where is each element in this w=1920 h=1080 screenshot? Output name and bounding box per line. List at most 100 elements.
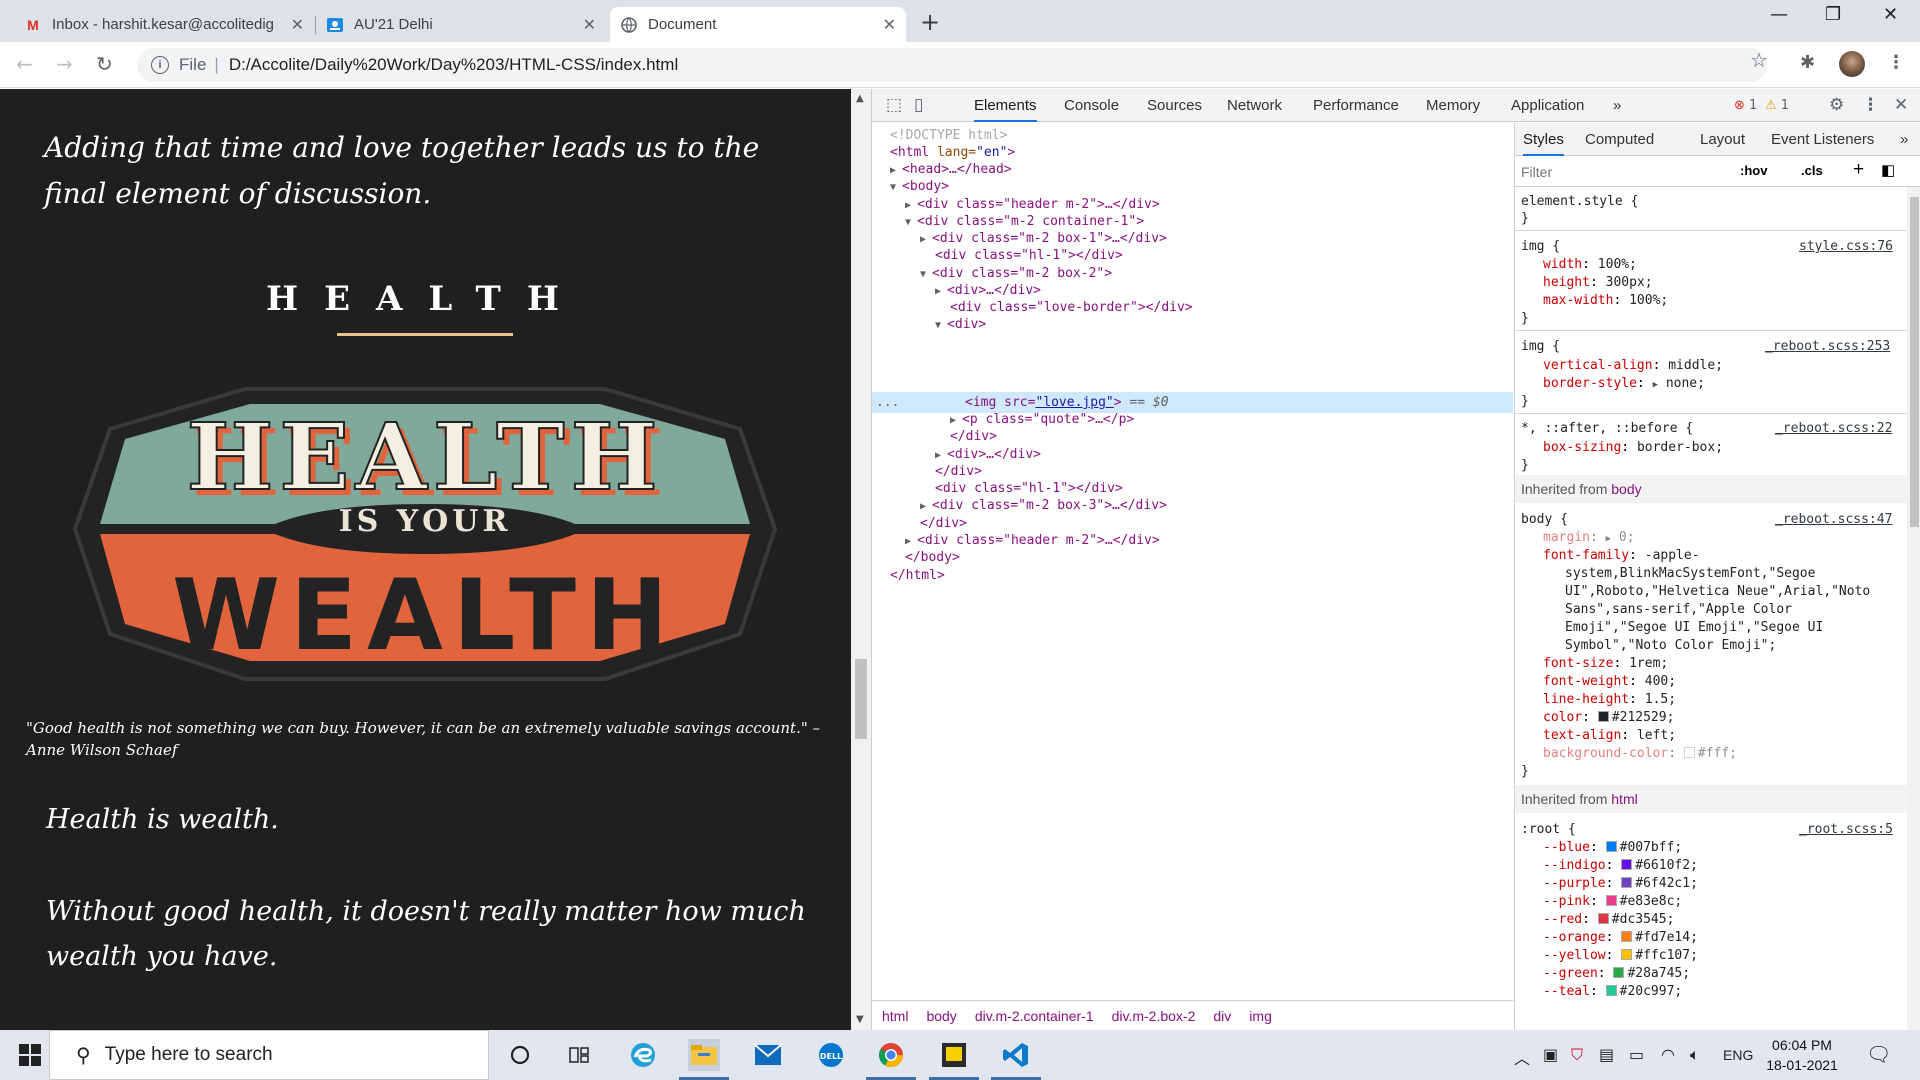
expand-triangle-icon[interactable]: ▶ bbox=[890, 165, 902, 176]
tab-computed[interactable]: Computed bbox=[1585, 123, 1654, 156]
page-scrollbar[interactable]: ▲ ▼ bbox=[851, 89, 871, 1030]
close-icon[interactable]: ✕ bbox=[291, 15, 304, 35]
inherited-tag-link[interactable]: html bbox=[1611, 791, 1637, 807]
back-icon[interactable]: ← bbox=[16, 52, 33, 76]
rule-source-link[interactable]: _reboot.scss:253 bbox=[1765, 338, 1890, 356]
expand-triangle-icon[interactable]: ▶ bbox=[935, 286, 947, 297]
css-declaration[interactable]: vertical-align: middle; bbox=[1543, 357, 1723, 375]
tab-console[interactable]: Console bbox=[1064, 89, 1119, 122]
css-variable-declaration[interactable]: --pink: #e83e8c; bbox=[1543, 893, 1682, 911]
edge-icon[interactable] bbox=[627, 1039, 659, 1071]
error-count-badge[interactable]: ⊗ 1 bbox=[1734, 98, 1757, 113]
css-variable-declaration[interactable]: --orange: #fd7e14; bbox=[1543, 929, 1698, 947]
mail-icon[interactable] bbox=[752, 1039, 784, 1071]
tab-inbox[interactable]: M Inbox - harshit.kesar@accolitedig ✕ bbox=[14, 7, 314, 42]
tab-au21-delhi[interactable]: AU'21 Delhi ✕ bbox=[316, 7, 606, 42]
close-icon[interactable]: ✕ bbox=[583, 15, 596, 35]
reload-icon[interactable]: ↻ bbox=[96, 52, 113, 76]
usb-icon[interactable]: ▣ bbox=[1543, 1045, 1558, 1064]
expand-triangle-icon[interactable]: ▶ bbox=[935, 450, 947, 461]
profile-avatar[interactable] bbox=[1839, 51, 1865, 77]
rule-source-link[interactable]: _reboot.scss:22 bbox=[1775, 420, 1892, 438]
new-rule-button[interactable]: + bbox=[1853, 159, 1864, 181]
tab-styles[interactable]: Styles bbox=[1523, 123, 1564, 156]
css-declaration[interactable]: text-align: left; bbox=[1543, 727, 1676, 745]
rule-selector[interactable]: img { bbox=[1521, 238, 1560, 256]
color-swatch[interactable] bbox=[1597, 913, 1609, 924]
expand-triangle-icon[interactable]: ▶ bbox=[905, 536, 917, 547]
chrome-icon[interactable] bbox=[866, 1039, 916, 1080]
color-swatch[interactable] bbox=[1605, 841, 1617, 852]
color-swatch[interactable] bbox=[1613, 967, 1625, 978]
scroll-down-icon[interactable]: ▼ bbox=[856, 1014, 864, 1025]
expand-triangle-icon[interactable]: ▶ bbox=[920, 501, 932, 512]
hover-state-toggle[interactable]: :hov bbox=[1740, 163, 1767, 178]
color-swatch[interactable] bbox=[1621, 949, 1633, 960]
css-declaration[interactable]: width: 100%; bbox=[1543, 256, 1637, 274]
show-hidden-icons-chevron[interactable]: ︿ bbox=[1514, 1045, 1530, 1069]
element-style-selector[interactable]: element.style { bbox=[1521, 193, 1638, 211]
system-clock[interactable]: 06:04 PM 18-01-2021 bbox=[1757, 1035, 1847, 1075]
bookmark-star-icon[interactable]: ☆ bbox=[1750, 48, 1768, 72]
rule-selector[interactable]: *, ::after, ::before { bbox=[1521, 420, 1693, 438]
styles-filter-input[interactable] bbox=[1521, 162, 1731, 182]
new-tab-button[interactable]: + bbox=[920, 8, 940, 36]
device-toolbar-icon[interactable]: ▯ bbox=[914, 95, 923, 115]
selected-node-dots[interactable]: ... bbox=[876, 392, 899, 413]
css-declaration[interactable]: color: #212529; bbox=[1543, 709, 1674, 727]
toggle-sidebar-icon[interactable]: ◧ bbox=[1881, 161, 1895, 179]
rule-selector[interactable]: img { bbox=[1521, 338, 1560, 356]
breadcrumb-box[interactable]: div.m-2.box-2 bbox=[1112, 1008, 1196, 1024]
maximize-button[interactable]: ❐ bbox=[1825, 4, 1841, 25]
wifi-icon[interactable]: ◠ bbox=[1661, 1045, 1675, 1064]
breadcrumb-div[interactable]: div bbox=[1213, 1008, 1231, 1024]
file-explorer-icon[interactable] bbox=[679, 1039, 729, 1080]
css-variable-declaration[interactable]: --yellow: #ffc107; bbox=[1543, 947, 1698, 965]
css-declaration[interactable]: font-family: -apple- bbox=[1543, 547, 1700, 565]
dom-node[interactable]: ▼ <div> bbox=[935, 314, 986, 335]
extensions-icon[interactable]: ✱ bbox=[1800, 52, 1815, 73]
styles-scrollbar[interactable] bbox=[1907, 187, 1920, 1030]
breadcrumb-container[interactable]: div.m-2.container-1 bbox=[975, 1008, 1094, 1024]
close-window-button[interactable]: ✕ bbox=[1883, 4, 1898, 25]
breadcrumb-html[interactable]: html bbox=[882, 1008, 908, 1024]
color-swatch[interactable] bbox=[1683, 747, 1695, 758]
display-icon[interactable]: ▤ bbox=[1599, 1045, 1614, 1064]
tab-document[interactable]: Document ✕ bbox=[610, 7, 906, 42]
minimize-button[interactable]: — bbox=[1770, 4, 1788, 25]
breadcrumb-img[interactable]: img bbox=[1249, 1008, 1272, 1024]
expand-triangle-icon[interactable]: ▶ bbox=[950, 415, 962, 426]
cortana-icon[interactable] bbox=[504, 1039, 536, 1071]
collapse-triangle-icon[interactable]: ▼ bbox=[920, 269, 932, 280]
rule-source-link[interactable]: style.css:76 bbox=[1799, 238, 1893, 256]
color-swatch[interactable] bbox=[1597, 711, 1609, 722]
css-variable-declaration[interactable]: --purple: #6f42c1; bbox=[1543, 875, 1698, 893]
sticky-notes-icon[interactable] bbox=[929, 1039, 979, 1080]
tab-performance[interactable]: Performance bbox=[1313, 89, 1399, 122]
color-swatch[interactable] bbox=[1621, 877, 1633, 888]
expand-triangle-icon[interactable]: ▶ bbox=[1606, 534, 1611, 544]
scroll-up-icon[interactable]: ▲ bbox=[856, 93, 864, 104]
rule-source-link[interactable]: _reboot.scss:47 bbox=[1775, 511, 1892, 529]
notifications-icon[interactable]: 🗨︎ bbox=[1866, 1042, 1891, 1066]
battery-icon[interactable]: ▭ bbox=[1629, 1045, 1644, 1064]
collapse-triangle-icon[interactable]: ▼ bbox=[890, 182, 902, 193]
expand-triangle-icon[interactable]: ▶ bbox=[905, 200, 917, 211]
css-variable-declaration[interactable]: --blue: #007bff; bbox=[1543, 839, 1682, 857]
rule-selector[interactable]: :root { bbox=[1521, 821, 1576, 839]
windows-start-icon[interactable] bbox=[14, 1039, 46, 1071]
collapse-triangle-icon[interactable]: ▼ bbox=[935, 320, 947, 331]
tab-elements[interactable]: Elements bbox=[974, 89, 1037, 122]
color-swatch[interactable] bbox=[1621, 931, 1633, 942]
css-variable-declaration[interactable]: --green: #28a745; bbox=[1543, 965, 1690, 983]
css-declaration[interactable]: height: 300px; bbox=[1543, 274, 1653, 292]
input-language[interactable]: ENG bbox=[1723, 1047, 1753, 1063]
color-swatch[interactable] bbox=[1621, 859, 1633, 870]
more-tabs-button[interactable]: » bbox=[1900, 123, 1908, 156]
css-declaration[interactable]: max-width: 100%; bbox=[1543, 292, 1668, 310]
dom-node[interactable]: <div class="love-border"></div> bbox=[950, 297, 1193, 318]
css-variable-declaration[interactable]: --indigo: #6610f2; bbox=[1543, 857, 1698, 875]
tab-network[interactable]: Network bbox=[1227, 89, 1282, 122]
close-icon[interactable]: ✕ bbox=[883, 15, 896, 35]
scroll-thumb[interactable] bbox=[1910, 197, 1919, 527]
